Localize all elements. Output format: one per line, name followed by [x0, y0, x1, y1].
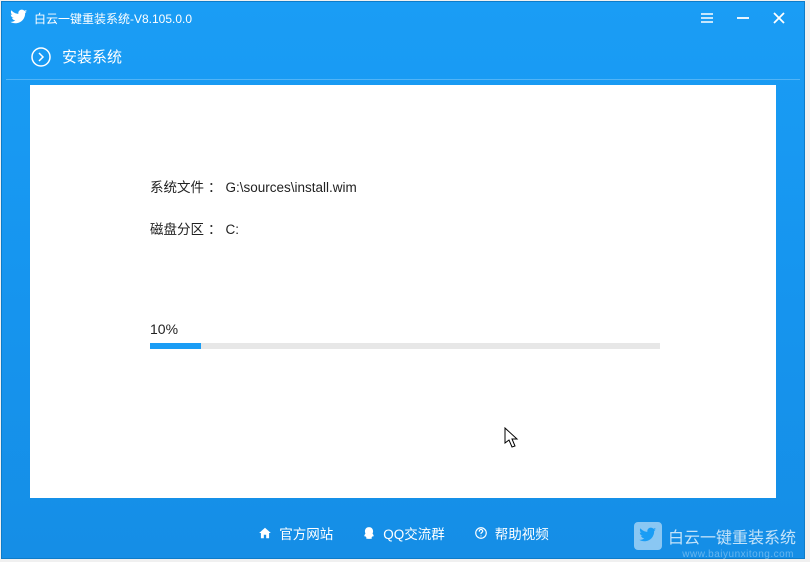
- qq-icon: [361, 525, 377, 541]
- progress-percent: 10%: [150, 321, 656, 337]
- progress-bar: [150, 343, 660, 349]
- home-icon: [257, 525, 273, 541]
- install-info: 系统文件 ： G:\sources\install.wim 磁盘分区 ： C:: [150, 181, 357, 264]
- progress-section: 10%: [150, 321, 656, 349]
- step-header: 安装系统: [6, 34, 800, 80]
- partition-label: 磁盘分区: [150, 223, 204, 237]
- app-window: 白云一键重装系统-V8.105.0.0 安装系统 系统文件: [1, 1, 805, 559]
- app-logo-icon: [10, 9, 28, 27]
- help-video-link[interactable]: 帮助视频: [473, 523, 549, 543]
- close-button[interactable]: [770, 9, 788, 27]
- help-icon: [473, 525, 489, 541]
- titlebar: 白云一键重装系统-V8.105.0.0: [2, 2, 804, 34]
- partition-row: 磁盘分区 ： C:: [150, 223, 357, 237]
- progress-fill: [150, 343, 201, 349]
- system-file-row: 系统文件 ： G:\sources\install.wim: [150, 181, 357, 195]
- partition-value: C:: [226, 223, 240, 237]
- qq-group-label: QQ交流群: [383, 523, 445, 543]
- titlebar-title: 白云一键重装系统-V8.105.0.0: [34, 10, 192, 27]
- qq-group-link[interactable]: QQ交流群: [361, 523, 445, 543]
- minimize-button[interactable]: [734, 9, 752, 27]
- step-icon: [30, 46, 52, 68]
- system-file-label: 系统文件: [150, 181, 204, 195]
- menu-button[interactable]: [698, 9, 716, 27]
- watermark-url: www.baiyunxitong.com: [682, 549, 794, 560]
- official-site-label: 官方网站: [279, 523, 333, 543]
- titlebar-controls: [698, 9, 796, 27]
- help-video-label: 帮助视频: [495, 523, 549, 543]
- step-label: 安装系统: [62, 46, 122, 67]
- official-site-link[interactable]: 官方网站: [257, 523, 333, 543]
- system-file-value: G:\sources\install.wim: [226, 181, 357, 195]
- content-panel: 系统文件 ： G:\sources\install.wim 磁盘分区 ： C: …: [30, 85, 776, 498]
